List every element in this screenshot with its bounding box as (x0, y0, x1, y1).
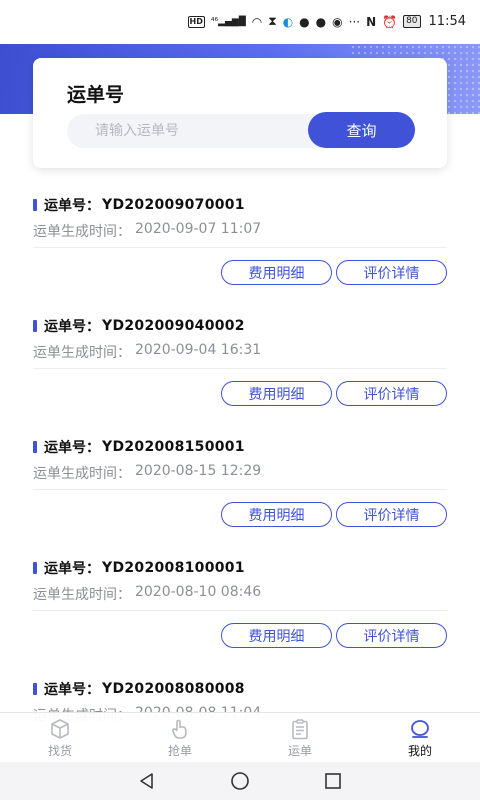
more-icon: ··· (348, 14, 361, 29)
order-time-label: 运单生成时间： (33, 345, 131, 361)
accent-bar (33, 441, 37, 453)
order-list: 运单号： YD202009070001 运单生成时间： 2020-09-07 1… (0, 183, 480, 788)
hourglass-icon: ⧗ (268, 14, 277, 28)
tab-label: 找货 (47, 743, 72, 758)
tab-label: 运单 (287, 743, 312, 758)
order-actions: 费用明细 评价详情 (221, 260, 447, 285)
app-icon: ◉ (332, 14, 343, 29)
cube-icon (47, 717, 73, 741)
order-card: 运单号： YD202009040002 运单生成时间： 2020-09-04 1… (33, 304, 447, 425)
status-time: 11:54 (428, 14, 466, 29)
review-detail-button[interactable]: 评价详情 (336, 502, 447, 527)
divider (33, 489, 447, 490)
accent-bar (33, 199, 37, 211)
order-number-label: 运单号： (44, 682, 100, 698)
nfc-icon: N (366, 14, 377, 29)
order-number: YD202009070001 (102, 197, 245, 213)
order-actions: 费用明细 评价详情 (221, 623, 447, 648)
tab-label: 抢单 (167, 743, 192, 758)
order-time-row: 运单生成时间： 2020-08-10 08:46 (33, 584, 261, 604)
battery-icon: 80 (403, 15, 421, 28)
order-header: 运单号： YD202008150001 (33, 437, 245, 457)
fee-detail-button[interactable]: 费用明细 (221, 623, 332, 648)
tab-waybill[interactable]: 运单 (240, 713, 360, 762)
clipboard-icon (287, 717, 313, 741)
search-button[interactable]: 查询 (308, 112, 415, 148)
home-icon[interactable] (225, 766, 255, 796)
order-header: 运单号： YD202008080008 (33, 679, 245, 699)
wifi-icon: ◠ (251, 14, 263, 29)
divider (33, 610, 447, 611)
accent-bar (33, 562, 37, 574)
hand-icon (167, 717, 193, 741)
order-number: YD202009040002 (102, 318, 245, 334)
system-nav-bar (0, 762, 480, 800)
order-card: 运单号： YD202008100001 运单生成时间： 2020-08-10 0… (33, 546, 447, 667)
status-bar: HD ⁴⁶▂▄▆█ ◠ ⧗ ◐ ● ● ◉ ··· N ⏰ 80 11:54 (0, 0, 480, 44)
status-icons: HD ⁴⁶▂▄▆█ ◠ ⧗ ◐ ● ● ◉ ··· N ⏰ 80 11:54 (187, 14, 466, 29)
fee-detail-button[interactable]: 费用明细 (221, 502, 332, 527)
profile-icon (407, 717, 433, 741)
order-number-label: 运单号： (44, 561, 100, 577)
order-number-label: 运单号： (44, 198, 100, 214)
order-time: 2020-08-10 08:46 (135, 584, 262, 600)
tab-label: 我的 (407, 743, 432, 758)
tab-mine[interactable]: 我的 (360, 713, 480, 762)
message-icon: ● (315, 14, 327, 29)
order-card: 运单号： YD202008150001 运单生成时间： 2020-08-15 1… (33, 425, 447, 546)
order-number: YD202008100001 (102, 560, 245, 576)
signal-icon: ⁴⁶▂▄▆█ (210, 16, 246, 27)
order-number-label: 运单号： (44, 319, 100, 335)
order-number: YD202008080008 (102, 681, 245, 697)
order-header: 运单号： YD202008100001 (33, 558, 245, 578)
search-title: 运单号 (67, 84, 125, 106)
order-card: 运单号： YD202009070001 运单生成时间： 2020-09-07 1… (33, 183, 447, 304)
order-time: 2020-08-15 12:29 (135, 463, 262, 479)
order-header: 运单号： YD202009070001 (33, 195, 245, 215)
app-notification-icon: ◐ (282, 14, 294, 29)
hd-badge: HD (187, 15, 205, 28)
order-actions: 费用明细 评价详情 (221, 381, 447, 406)
wechat-icon: ● (299, 14, 310, 29)
order-time-row: 运单生成时间： 2020-09-04 16:31 (33, 342, 261, 362)
order-actions: 费用明细 评价详情 (221, 502, 447, 527)
accent-bar (33, 683, 37, 695)
back-icon[interactable] (132, 766, 162, 796)
order-number: YD202008150001 (102, 439, 245, 455)
order-number-label: 运单号： (44, 440, 100, 456)
divider (33, 368, 447, 369)
order-time-row: 运单生成时间： 2020-08-15 12:29 (33, 463, 261, 483)
divider (33, 247, 447, 248)
fee-detail-button[interactable]: 费用明细 (221, 381, 332, 406)
search-card: 运单号 查询 (33, 58, 447, 168)
order-time: 2020-09-07 11:07 (135, 221, 262, 237)
review-detail-button[interactable]: 评价详情 (336, 260, 447, 285)
review-detail-button[interactable]: 评价详情 (336, 623, 447, 648)
accent-bar (33, 320, 37, 332)
fee-detail-button[interactable]: 费用明细 (221, 260, 332, 285)
order-time-row: 运单生成时间： 2020-09-07 11:07 (33, 221, 261, 241)
review-detail-button[interactable]: 评价详情 (336, 381, 447, 406)
tab-grab-order[interactable]: 抢单 (120, 713, 240, 762)
alarm-icon: ⏰ (382, 14, 398, 29)
order-time-label: 运单生成时间： (33, 224, 131, 240)
order-time-label: 运单生成时间： (33, 466, 131, 482)
order-time: 2020-09-04 16:31 (135, 342, 262, 358)
bottom-tab-bar: 找货 抢单 运单 我的 (0, 712, 480, 762)
order-header: 运单号： YD202009040002 (33, 316, 245, 336)
order-time-label: 运单生成时间： (33, 587, 131, 603)
tab-find-goods[interactable]: 找货 (0, 713, 120, 762)
recents-icon[interactable] (318, 766, 348, 796)
